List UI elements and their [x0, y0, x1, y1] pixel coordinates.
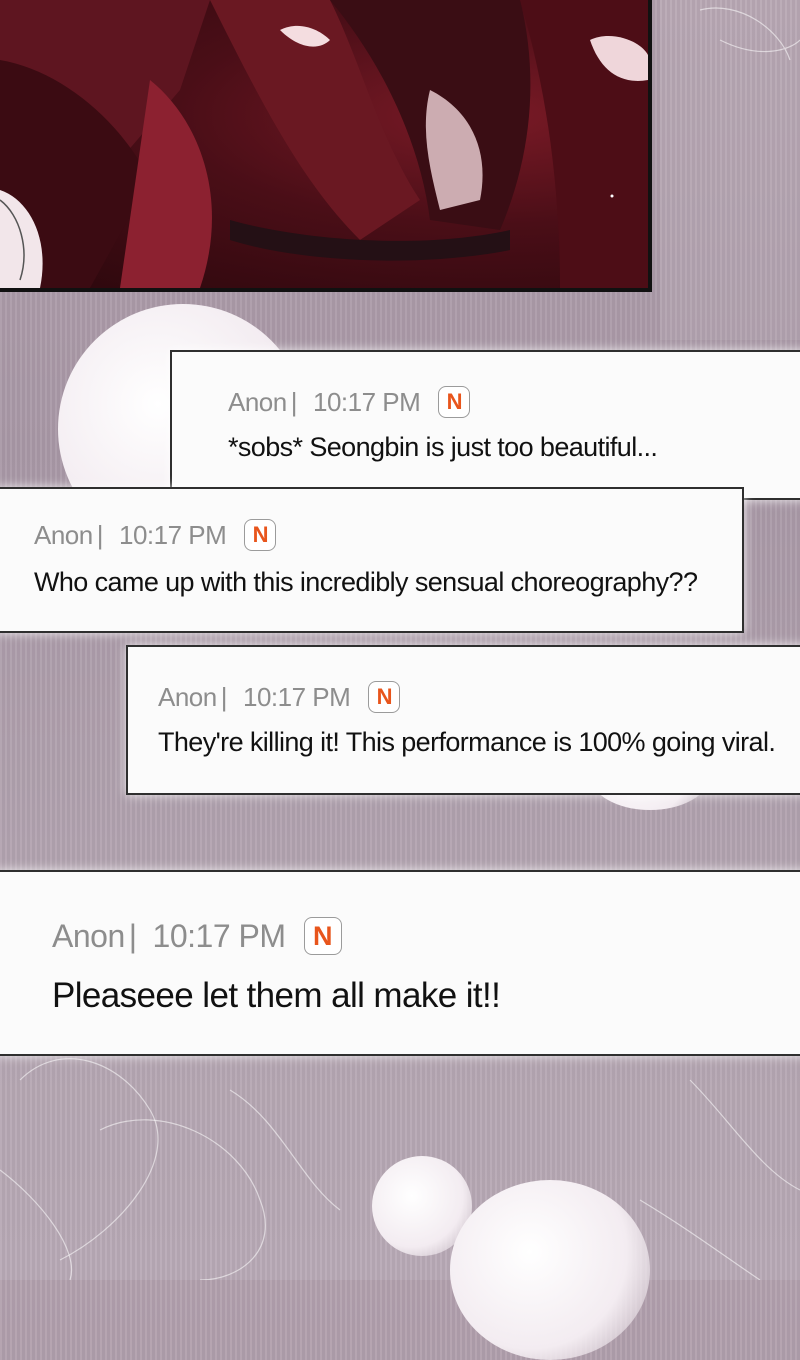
comment-text: They're killing it! This performance is …	[158, 727, 776, 757]
comment-author: Anon	[228, 386, 287, 417]
comment-author: Anon	[158, 681, 217, 712]
comment-text: *sobs* Seongbin is just too beautiful...	[228, 432, 658, 462]
n-badge-icon: N	[303, 917, 342, 955]
meta-separator: |	[128, 917, 137, 954]
comment-bubble: Anon | 10:17 PM N *sobs* Seongbin is jus…	[170, 350, 800, 500]
meta-separator: |	[290, 386, 298, 417]
comment-bubble: Anon | 10:17 PM N Pleaseee let them all …	[0, 870, 800, 1056]
n-badge-icon: N	[244, 519, 277, 551]
comment-time: 10:17 PM	[313, 386, 421, 417]
comment-time: 10:17 PM	[152, 917, 286, 954]
comment-bubble: Anon | 10:17 PM N They're killing it! Th…	[126, 645, 800, 795]
comment-meta: Anon | 10:17 PM N	[158, 681, 401, 713]
n-badge-icon: N	[368, 681, 401, 713]
comment-text: Who came up with this incredibly sensual…	[34, 567, 698, 597]
meta-separator: |	[96, 519, 104, 550]
comment-time: 10:17 PM	[119, 519, 227, 550]
comic-panel-illustration	[0, 0, 652, 292]
comment-meta: Anon | 10:17 PM N	[34, 519, 277, 551]
comment-meta: Anon | 10:17 PM N	[228, 386, 471, 418]
comment-bubble: Anon | 10:17 PM N Who came up with this …	[0, 487, 744, 633]
comment-author: Anon	[52, 917, 125, 954]
comment-meta: Anon | 10:17 PM N	[52, 916, 342, 956]
meta-separator: |	[220, 681, 228, 712]
n-badge-icon: N	[438, 386, 471, 418]
comment-text: Pleaseee let them all make it!!	[52, 976, 501, 1015]
dancer-figure-illustration	[0, 0, 648, 288]
white-circle-decoration	[450, 1180, 650, 1360]
comment-time: 10:17 PM	[243, 681, 351, 712]
comment-author: Anon	[34, 519, 93, 550]
